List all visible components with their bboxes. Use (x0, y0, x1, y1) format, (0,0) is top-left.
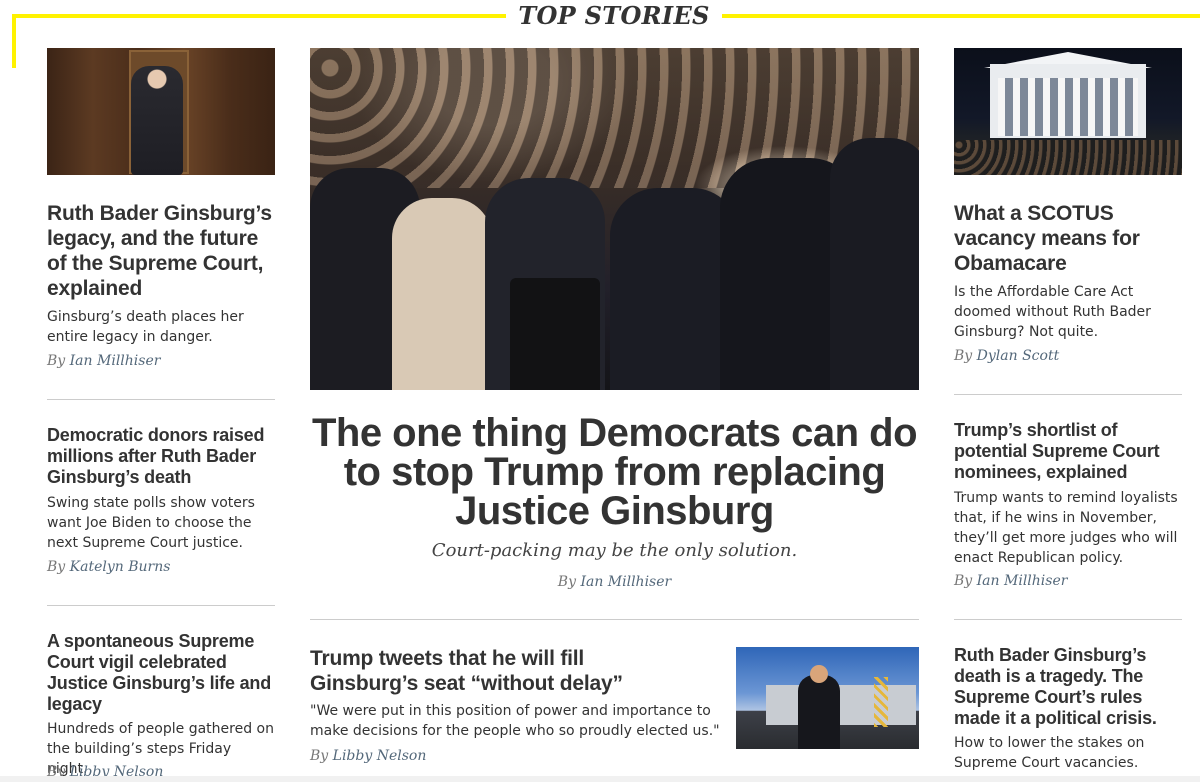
byline-prefix: By (954, 573, 973, 589)
headline-trump-tweets[interactable]: Trump tweets that he will fill Ginsburg’… (310, 646, 640, 696)
dek-democratic-donors: Swing state polls show voters want Joe B… (47, 495, 255, 551)
byline-prefix: By (310, 748, 329, 764)
hero-photo[interactable] (310, 48, 919, 390)
byline: By Dylan Scott (954, 348, 1059, 364)
page-bottom-edge (0, 776, 1200, 782)
hero-dek: Court-packing may be the only solution. (431, 540, 798, 561)
divider (47, 399, 275, 400)
photo-figure (392, 198, 492, 390)
byline: By Libby Nelson (310, 748, 426, 764)
byline-prefix: By (47, 353, 66, 369)
byline: By Ian Millhiser (47, 353, 160, 369)
divider (954, 619, 1182, 620)
photo-figure (830, 138, 919, 390)
section-rule-tick (12, 14, 16, 68)
divider (310, 619, 919, 620)
photo-hangar (766, 685, 916, 725)
rally-photo[interactable] (736, 647, 919, 749)
author-link[interactable]: Dylan Scott (977, 348, 1060, 364)
photo-podium (510, 278, 600, 390)
headline-trump-shortlist[interactable]: Trump’s shortlist of potential Supreme C… (954, 420, 1182, 483)
photo-columns (998, 78, 1138, 136)
author-link[interactable]: Ian Millhiser (580, 574, 671, 590)
divider (47, 605, 275, 606)
section-rule-right (722, 14, 1200, 18)
section-rule-left (12, 14, 506, 18)
photo-crowd (954, 140, 1182, 175)
byline: By Katelyn Burns (47, 559, 170, 575)
photo-crane (874, 677, 888, 727)
divider (954, 394, 1182, 395)
ginsburg-photo[interactable] (47, 48, 275, 175)
headline-rbg-tragedy[interactable]: Ruth Bader Ginsburg’s death is a tragedy… (954, 645, 1182, 729)
dek-rbg-tragedy: How to lower the stakes on Supreme Court… (954, 735, 1145, 771)
byline: By Ian Millhiser (954, 573, 1067, 589)
photo-person (131, 66, 183, 175)
author-link[interactable]: Ian Millhiser (977, 573, 1068, 589)
dek-scotus-obamacare: Is the Affordable Care Act doomed withou… (954, 284, 1151, 340)
supreme-court-photo[interactable] (954, 48, 1182, 175)
photo-figure-head (810, 665, 828, 683)
dek-rbg-legacy: Ginsburg’s death places her entire legac… (47, 309, 244, 345)
section-title: TOP STORIES (518, 1, 710, 30)
dek-trump-tweets: "We were put in this position of power a… (310, 703, 720, 739)
byline-prefix: By (47, 559, 66, 575)
photo-figure (798, 675, 840, 749)
headline-democratic-donors[interactable]: Democratic donors raised millions after … (47, 425, 275, 488)
author-link[interactable]: Ian Millhiser (70, 353, 161, 369)
byline-prefix: By (557, 574, 576, 590)
headline-supreme-court-vigil[interactable]: A spontaneous Supreme Court vigil celebr… (47, 631, 275, 715)
hero-headline[interactable]: The one thing Democrats can do to stop T… (310, 413, 919, 531)
headline-scotus-obamacare[interactable]: What a SCOTUS vacancy means for Obamacar… (954, 201, 1182, 276)
author-link[interactable]: Katelyn Burns (70, 559, 171, 575)
headline-rbg-legacy[interactable]: Ruth Bader Ginsburg’s legacy, and the fu… (47, 201, 275, 301)
hero-byline: By Ian Millhiser (310, 574, 919, 590)
author-link[interactable]: Libby Nelson (333, 748, 427, 764)
byline-prefix: By (954, 348, 973, 364)
dek-trump-shortlist: Trump wants to remind loyalists that, if… (954, 490, 1178, 566)
